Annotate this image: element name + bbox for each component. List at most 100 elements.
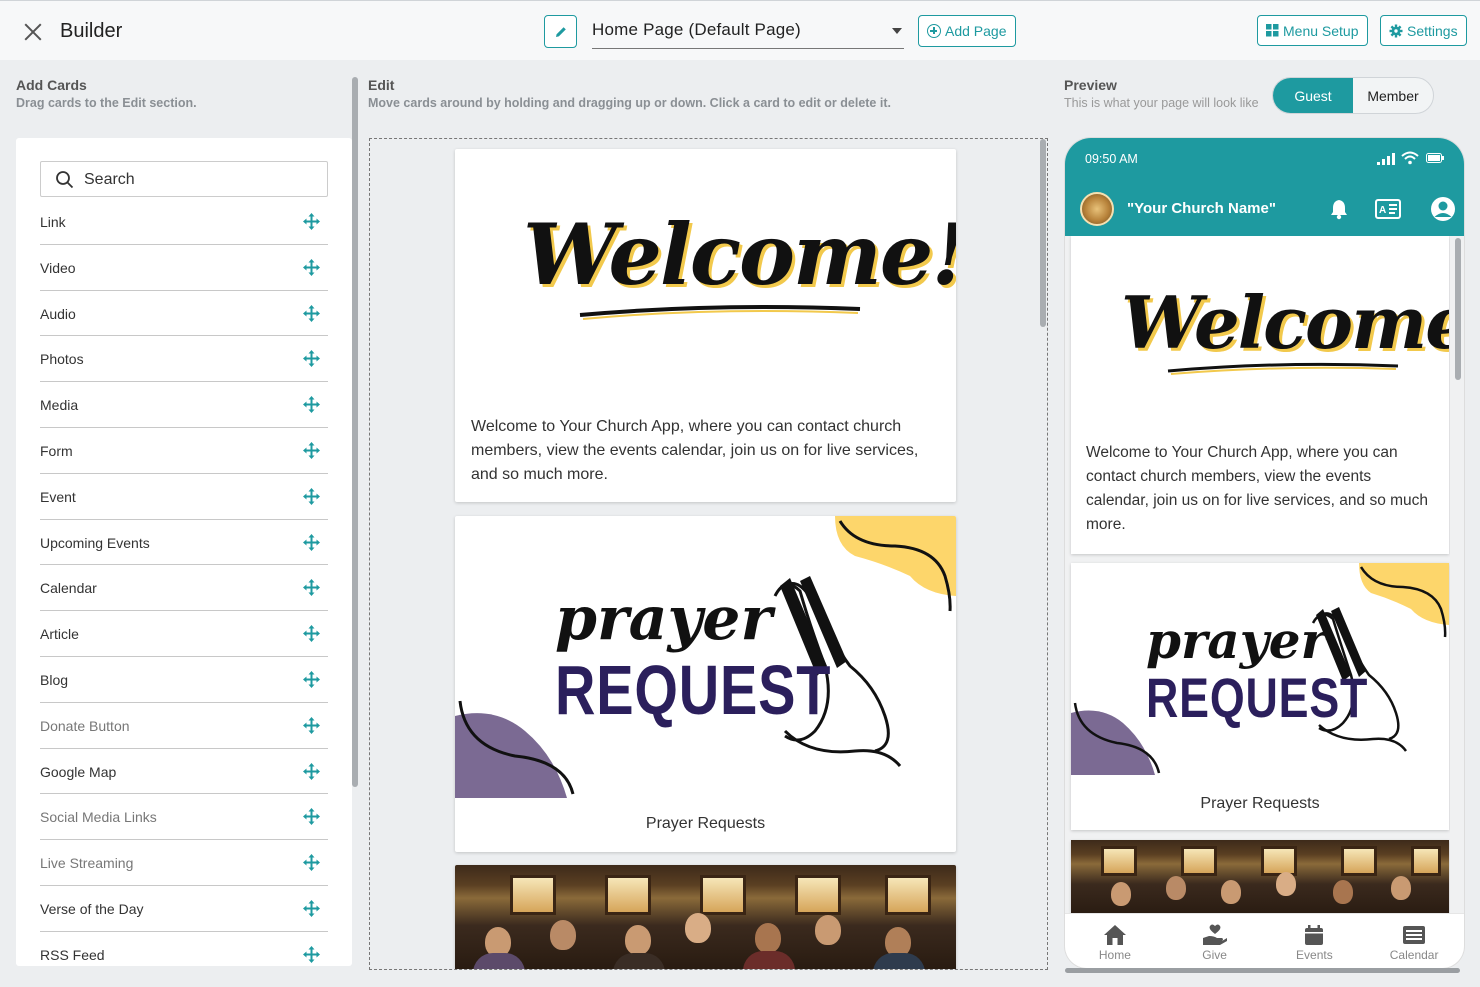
menu-setup-button[interactable]: Menu Setup: [1257, 15, 1368, 46]
tab-give[interactable]: Give: [1165, 914, 1265, 968]
drag-move-icon[interactable]: [303, 762, 320, 780]
card-type-label: Form: [40, 442, 73, 459]
card-type-donate-button[interactable]: Donate Button: [40, 703, 328, 749]
card-type-label: Upcoming Events: [40, 534, 150, 551]
card-type-link[interactable]: Link: [40, 199, 328, 245]
card-type-social-media-links[interactable]: Social Media Links: [40, 794, 328, 841]
bell-icon[interactable]: [1329, 198, 1349, 220]
card-type-media[interactable]: Media: [40, 382, 328, 428]
tab-home-label: Home: [1098, 948, 1131, 962]
window-graphic: [1341, 846, 1377, 876]
settings-label: Settings: [1407, 22, 1458, 39]
card-type-calendar[interactable]: Calendar: [40, 565, 328, 612]
church-name: "Your Church Name": [1127, 200, 1276, 217]
card-type-verse-of-the-day[interactable]: Verse of the Day: [40, 886, 328, 932]
grid-icon: [1266, 24, 1279, 37]
request-graphic-text: REQUEST: [555, 651, 832, 729]
preview-title: Preview: [1064, 77, 1117, 93]
window-graphic: [1261, 846, 1297, 876]
add-page-label: Add Page: [945, 23, 1007, 39]
events-icon: [1305, 925, 1324, 945]
drag-move-icon[interactable]: [303, 258, 320, 276]
drag-move-icon[interactable]: [303, 716, 320, 734]
drag-move-icon[interactable]: [303, 945, 320, 963]
card-type-audio[interactable]: Audio: [40, 291, 328, 337]
welcome-card[interactable]: Welcome! Welcome to Your Church App, whe…: [455, 149, 956, 502]
drag-move-icon[interactable]: [303, 487, 320, 505]
person-graphic: [613, 953, 665, 969]
card-type-rss-feed[interactable]: RSS Feed: [40, 932, 328, 966]
drag-move-icon[interactable]: [303, 579, 320, 597]
svg-text:A: A: [1379, 205, 1386, 216]
close-icon[interactable]: [22, 21, 44, 43]
tab-home[interactable]: Home: [1065, 914, 1165, 968]
add-cards-panel: Link Video Audio Photos Media Form Event Upcomi…: [16, 138, 352, 966]
card-type-google-map[interactable]: Google Map: [40, 749, 328, 795]
drag-move-icon[interactable]: [303, 396, 320, 414]
group-photo-card[interactable]: [455, 865, 956, 969]
card-type-article[interactable]: Article: [40, 611, 328, 657]
church-logo: [1080, 192, 1114, 226]
card-type-label: Photos: [40, 351, 84, 368]
prayer-request-card[interactable]: prayer REQUEST Prayer Requests: [455, 516, 956, 852]
person-graphic: [1276, 872, 1296, 896]
settings-button[interactable]: Settings: [1380, 15, 1467, 46]
phone-content: Welcome! Welcome to Your Church App, whe…: [1065, 236, 1450, 916]
page-select-value: Home Page (Default Page): [592, 20, 801, 39]
prayer-graphic-text: prayer: [555, 584, 773, 654]
guest-member-toggle: Guest Member: [1272, 77, 1434, 114]
drag-move-icon[interactable]: [303, 899, 320, 917]
page-select[interactable]: Home Page (Default Page): [592, 15, 904, 49]
tab-calendar-label: Calendar: [1389, 948, 1439, 962]
preview-request-text: REQUEST: [1146, 666, 1369, 729]
card-type-label: Article: [40, 626, 79, 643]
tab-calendar[interactable]: Calendar: [1364, 914, 1464, 968]
edit-page-button[interactable]: [544, 15, 577, 48]
person-graphic: [473, 953, 525, 969]
translate-icon[interactable]: A: [1375, 199, 1401, 219]
tab-give-label: Give: [1202, 948, 1227, 962]
card-type-video[interactable]: Video: [40, 245, 328, 291]
drag-move-icon[interactable]: [303, 808, 320, 826]
card-type-blog[interactable]: Blog: [40, 657, 328, 703]
drag-move-icon[interactable]: [303, 533, 320, 551]
phone-app-header: "Your Church Name" A: [1065, 182, 1464, 236]
drag-move-icon[interactable]: [303, 304, 320, 322]
window-graphic: [510, 875, 556, 915]
card-type-label: Video: [40, 259, 76, 276]
drag-move-icon[interactable]: [303, 213, 320, 230]
profile-icon[interactable]: [1430, 196, 1456, 222]
member-toggle-option[interactable]: Member: [1353, 78, 1433, 113]
drag-move-icon[interactable]: [303, 625, 320, 643]
preview-subtitle: This is what your page will look like: [1064, 96, 1259, 110]
search-icon: [56, 171, 74, 189]
drag-move-icon[interactable]: [303, 670, 320, 688]
card-type-event[interactable]: Event: [40, 474, 328, 520]
add-cards-subtitle: Drag cards to the Edit section.: [16, 96, 197, 110]
menu-setup-label: Menu Setup: [1283, 22, 1359, 39]
card-type-form[interactable]: Form: [40, 428, 328, 474]
drag-move-icon[interactable]: [303, 441, 320, 459]
search-input[interactable]: [84, 168, 314, 192]
edit-scrollbar[interactable]: [1040, 139, 1046, 327]
card-type-photos[interactable]: Photos: [40, 336, 328, 383]
guest-toggle-option[interactable]: Guest: [1273, 78, 1353, 113]
phone-status-bar: 09:50 AM: [1065, 138, 1464, 182]
phone-scrollbar[interactable]: [1455, 238, 1461, 380]
card-type-live-streaming[interactable]: Live Streaming: [40, 840, 328, 886]
tab-events[interactable]: Events: [1265, 914, 1365, 968]
drag-move-icon[interactable]: [303, 350, 320, 368]
tab-events-label: Events: [1296, 948, 1333, 962]
edit-canvas: Welcome! Welcome to Your Church App, whe…: [369, 138, 1048, 970]
card-type-upcoming-events[interactable]: Upcoming Events: [40, 520, 328, 566]
left-scrollbar[interactable]: [352, 77, 358, 787]
person-graphic: [550, 920, 576, 950]
phone-preview: 09:50 AM "Your Church Name" A Welcome! W…: [1065, 138, 1464, 968]
person-graphic: [1333, 880, 1353, 904]
card-type-label: Blog: [40, 671, 69, 688]
person-graphic: [685, 913, 711, 943]
preview-prayer-caption: Prayer Requests: [1200, 795, 1320, 812]
add-page-button[interactable]: Add Page: [918, 15, 1016, 47]
window-graphic: [1101, 846, 1137, 876]
drag-move-icon[interactable]: [303, 854, 320, 872]
